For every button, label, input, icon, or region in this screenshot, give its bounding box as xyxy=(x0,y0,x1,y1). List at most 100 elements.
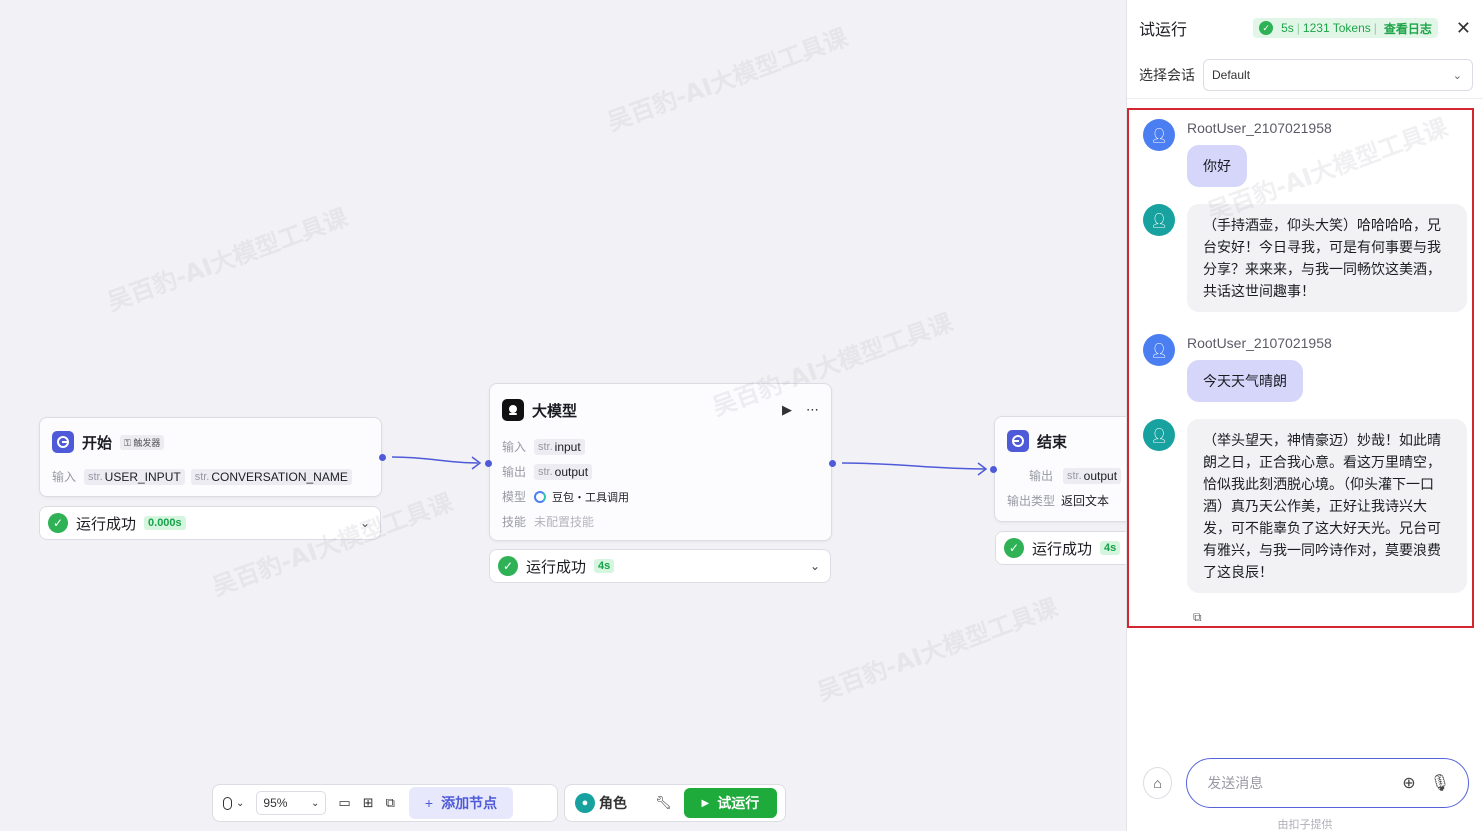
add-node-button[interactable]: + 添加节点 xyxy=(408,787,514,819)
start-status[interactable]: ✓ 运行成功 0.000s ⌄ xyxy=(39,506,381,540)
message-bubble: 你好 xyxy=(1187,145,1247,187)
add-node-label: 添加节点 xyxy=(441,795,498,811)
status-text: 运行成功 xyxy=(526,558,587,576)
user-avatar-icon: 👤︎ xyxy=(1143,334,1175,366)
role-button[interactable]: ● 角色 xyxy=(569,789,633,817)
input-var: str. USER_INPUT xyxy=(84,468,185,485)
input-label: 输入 xyxy=(502,440,527,454)
success-icon: ✓ xyxy=(48,513,68,533)
divider xyxy=(1127,98,1483,99)
zoom-value: 95% xyxy=(263,796,288,810)
chevron-down-icon: ⌄ xyxy=(1452,69,1462,82)
chevron-down-icon: ⌄ xyxy=(311,797,320,809)
message-sender: RootUser_2107021958 xyxy=(1187,120,1332,136)
test-run-label: 试运行 xyxy=(717,795,760,811)
clear-history-button[interactable]: ⌂ xyxy=(1143,767,1173,799)
end-icon xyxy=(1007,430,1029,452)
run-tokens: 1231 Tokens xyxy=(1302,21,1371,35)
message-input[interactable] xyxy=(1207,775,1389,791)
test-run-panel: 试运行 ✓ 5s | 1231 Tokens | 查看日志 ✕ 选择会话 Def… xyxy=(1126,0,1483,831)
input-port[interactable] xyxy=(485,460,492,467)
message-bubble: 今天天气晴朗 xyxy=(1187,360,1303,402)
more-icon[interactable]: ⋯ xyxy=(806,402,819,418)
minimap-icon: ⧉ xyxy=(385,795,395,810)
trigger-badge: ⚿ 触发器 xyxy=(120,434,165,450)
output-port[interactable] xyxy=(379,454,386,461)
microphone-icon[interactable]: 🎙︎ xyxy=(1430,773,1450,793)
doubao-icon xyxy=(534,490,546,503)
start-icon xyxy=(52,431,74,453)
message-input-box: ⊕ 🎙︎ xyxy=(1186,758,1469,808)
message-bubble: （手持酒壶，仰头大笑）哈哈哈哈，兄台安好！今日寻我，可是有何事要与我分享？来来来… xyxy=(1187,204,1467,312)
minimap-button[interactable]: ⧉ xyxy=(380,789,401,817)
grid-icon: ⊞ xyxy=(362,795,374,810)
play-icon: ▶ xyxy=(701,797,710,809)
conversation-label: 选择会话 xyxy=(1139,67,1195,83)
powered-by: 由扣子提供 xyxy=(1277,819,1333,831)
play-icon[interactable]: ▶ xyxy=(782,402,792,418)
close-icon[interactable]: ✕ xyxy=(1456,18,1471,39)
status-text: 运行成功 xyxy=(76,515,137,533)
output-label: 输出 xyxy=(502,465,527,479)
comment-button[interactable]: ▭ xyxy=(332,789,356,817)
output-label: 输出 xyxy=(1028,469,1053,483)
bot-avatar-icon: 👤︎ xyxy=(1143,419,1175,451)
input-port[interactable] xyxy=(990,466,997,473)
test-run-button[interactable]: ▶ 试运行 xyxy=(683,788,778,818)
input-var: str. input xyxy=(534,438,585,455)
plus-icon: + xyxy=(424,795,434,811)
mouse-mode-button[interactable]: ⌄ xyxy=(217,789,250,817)
panel-title: 试运行 xyxy=(1139,22,1188,39)
copy-icon[interactable]: ⧉ xyxy=(1193,610,1202,625)
run-duration: 5s xyxy=(1281,21,1294,35)
chevron-down-icon[interactable]: ⌄ xyxy=(810,559,820,573)
node-title: 结束 xyxy=(1037,433,1068,451)
duration-badge: 4s xyxy=(594,559,615,573)
end-node[interactable]: 结束 输出 str. output 输出类型 返回文本 xyxy=(990,416,1126,522)
duration-badge: 0.000s xyxy=(144,516,186,530)
edge-start-llm xyxy=(391,456,479,464)
success-icon: ✓ xyxy=(1004,538,1024,558)
chat-history[interactable]: 👤︎ RootUser_2107021958 你好 👤︎ （手持酒壶，仰头大笑）… xyxy=(1127,108,1474,628)
end-status[interactable]: ✓ 运行成功 4s xyxy=(995,531,1126,565)
message-bubble: （举头望天，神情豪迈）妙哉！如此晴朗之日，正合我心意。看这万里晴空，恰似我此刻洒… xyxy=(1187,419,1467,593)
workflow-canvas[interactable]: 开始 ⚿ 触发器 输入 str. USER_INPUT str. CONVERSAT… xyxy=(0,0,1126,831)
conversation-select[interactable]: Default ⌄ xyxy=(1203,59,1473,91)
success-icon: ✓ xyxy=(498,556,518,576)
success-icon: ✓ xyxy=(1259,21,1274,35)
output-var: str. output xyxy=(1063,467,1122,484)
mouse-icon xyxy=(223,796,232,810)
model-label: 模型 xyxy=(502,490,527,504)
duration-badge: 4s xyxy=(1100,541,1121,555)
view-log-link[interactable]: 查看日志 xyxy=(1384,20,1432,37)
debug-tools-button[interactable]: 🔧︎ xyxy=(649,789,678,817)
input-label: 输入 xyxy=(52,470,77,484)
status-text: 运行成功 xyxy=(1032,540,1093,558)
wrench-icon: 🔧︎ xyxy=(655,795,672,810)
start-node[interactable]: 开始 ⚿ 触发器 输入 str. USER_INPUT str. CONVERSAT… xyxy=(39,417,386,497)
output-type-value: 返回文本 xyxy=(1061,494,1110,508)
run-toolbar: ● 角色 🔧︎ ▶ 试运行 xyxy=(564,784,786,822)
role-avatar-icon: ● xyxy=(575,793,595,813)
llm-icon xyxy=(502,399,524,421)
zoom-select[interactable]: 95% ⌄ xyxy=(256,791,327,815)
skill-value: 未配置技能 xyxy=(534,515,595,529)
model-name: 豆包・工具调用 xyxy=(552,491,629,504)
llm-node[interactable]: 大模型 ▶ ⋯ 输入 str. input 输出 str. output 模型 豆包… xyxy=(485,383,836,541)
llm-status[interactable]: ✓ 运行成功 4s ⌄ xyxy=(489,549,831,583)
output-type-label: 输出类型 xyxy=(1007,494,1056,508)
chevron-down-icon[interactable]: ⌄ xyxy=(360,516,370,530)
layout-button[interactable]: ⊞ xyxy=(357,789,380,817)
node-title: 开始 xyxy=(82,434,113,452)
output-port[interactable] xyxy=(829,460,836,467)
output-var: str. output xyxy=(534,463,593,480)
user-avatar-icon: 👤︎ xyxy=(1143,119,1175,151)
node-title: 大模型 xyxy=(532,402,578,420)
edge-llm-end xyxy=(841,462,986,470)
message-sender: RootUser_2107021958 xyxy=(1187,335,1332,351)
comment-icon: ▭ xyxy=(338,795,351,810)
broom-icon: ⌂ xyxy=(1153,775,1162,791)
run-summary: ✓ 5s | 1231 Tokens | 查看日志 xyxy=(1253,18,1438,38)
role-label: 角色 xyxy=(599,795,627,811)
add-circle-icon[interactable]: ⊕ xyxy=(1402,773,1415,793)
